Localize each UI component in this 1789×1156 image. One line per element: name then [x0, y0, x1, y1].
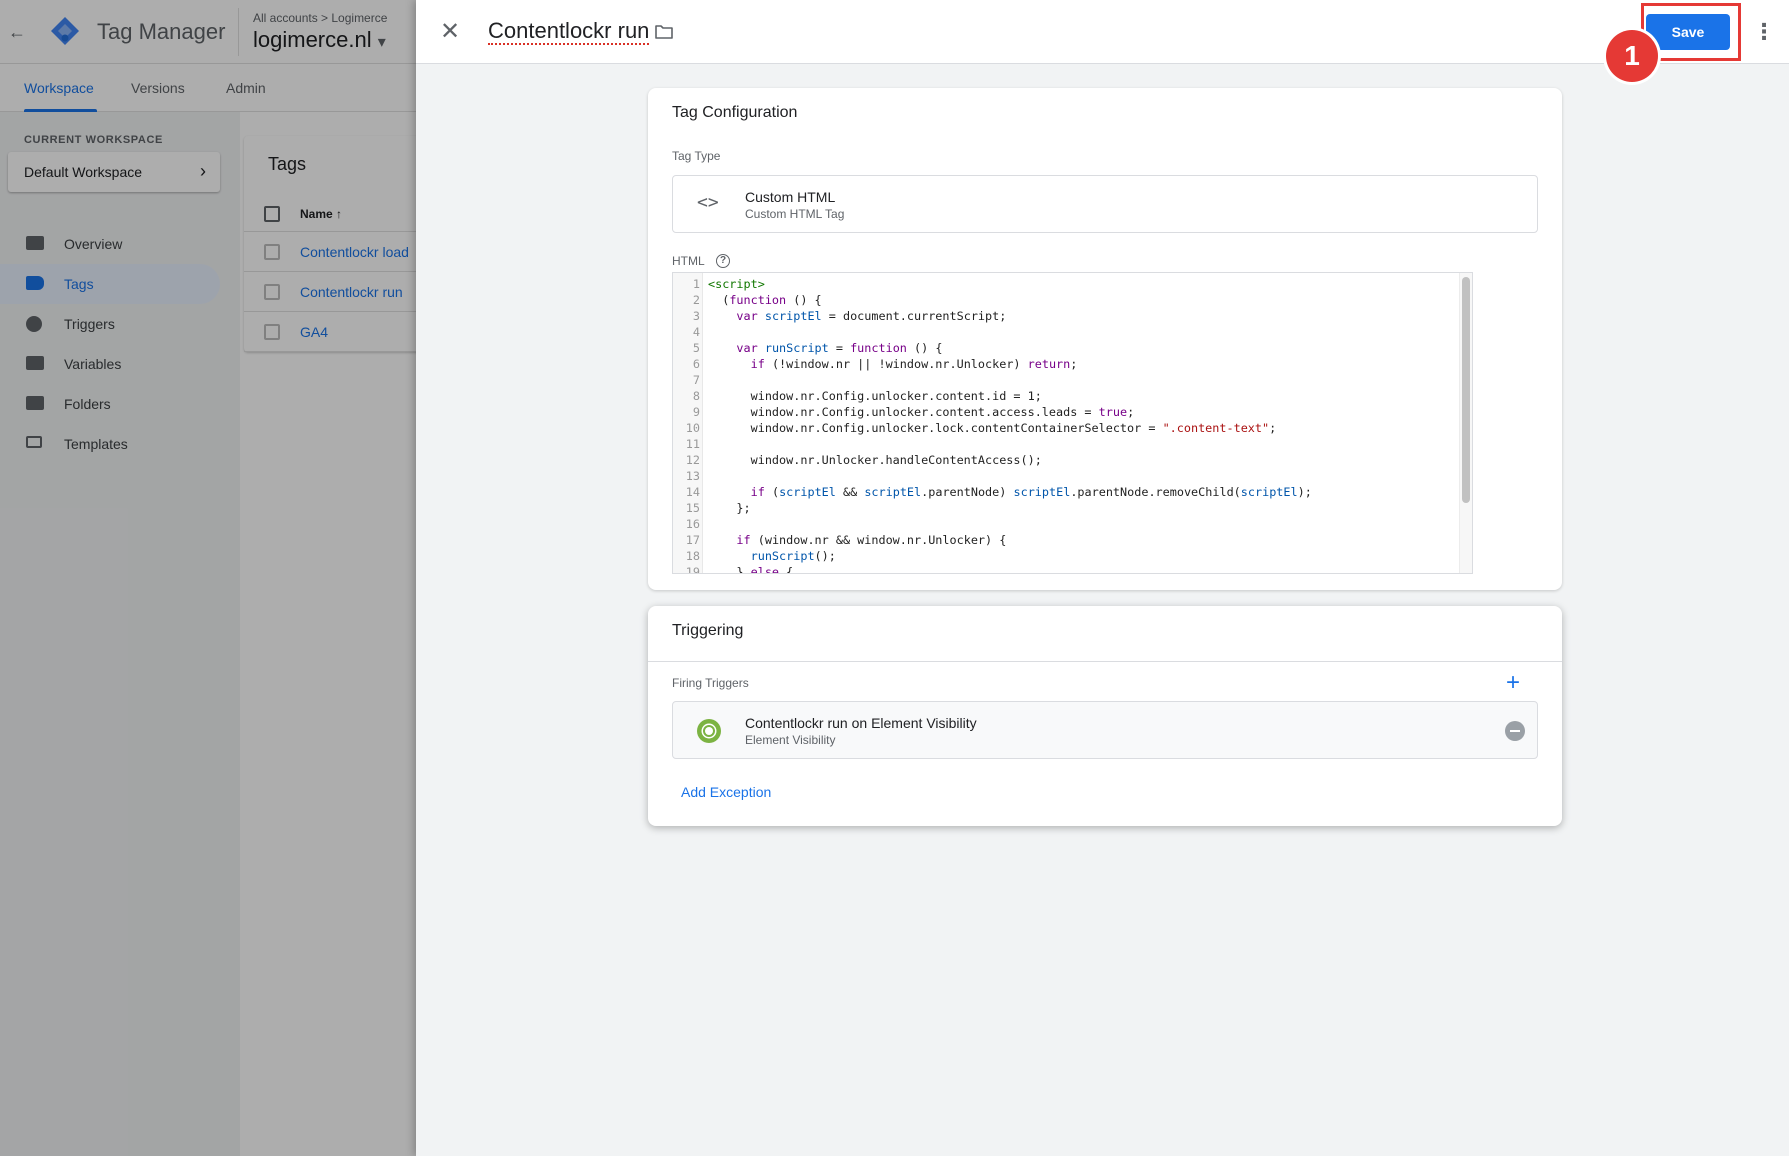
tag-type-name: Custom HTML — [745, 189, 836, 205]
code-text: var runScript = function () { — [736, 341, 943, 355]
code-line: 3 var scriptEl = document.currentScript; — [673, 308, 1458, 324]
line-number: 11 — [685, 437, 700, 451]
code-text: }; — [708, 501, 751, 515]
triggering-title: Triggering — [672, 622, 744, 639]
folder-icon[interactable] — [654, 22, 674, 42]
drawer-header: ✕ Contentlockr run Save ⋮ — [416, 0, 1789, 64]
line-number: 8 — [692, 389, 700, 403]
line-number: 5 — [692, 341, 700, 355]
step-callout-badge: 1 — [1606, 30, 1658, 82]
line-number: 15 — [685, 501, 700, 515]
firing-trigger-item[interactable]: Contentlockr run on Element Visibility E… — [672, 701, 1538, 759]
code-line: 16 — [673, 516, 1458, 532]
code-line: 13 — [673, 468, 1458, 484]
code-line: 14 if (scriptEl && scriptEl.parentNode) … — [673, 484, 1458, 500]
code-line: 9 window.nr.Config.unlocker.content.acce… — [673, 404, 1458, 420]
firing-triggers-label: Firing Triggers — [672, 676, 749, 690]
code-line: 8 window.nr.Config.unlocker.content.id =… — [673, 388, 1458, 404]
line-number: 17 — [685, 533, 700, 547]
tag-configuration-card: Tag Configuration Tag Type <> Custom HTM… — [648, 88, 1562, 590]
line-number: 2 — [692, 293, 700, 307]
code-line: 17 if (window.nr && window.nr.Unlocker) … — [673, 532, 1458, 548]
code-line: 10 window.nr.Config.unlocker.lock.conten… — [673, 420, 1458, 436]
code-text: window.nr.Config.unlocker.content.access… — [708, 405, 1135, 419]
line-number: 16 — [685, 517, 700, 531]
line-number: 3 — [692, 309, 700, 323]
trigger-name: Contentlockr run on Element Visibility — [745, 715, 977, 731]
code-text: if (window.nr && window.nr.Unlocker) { — [736, 533, 1007, 547]
add-trigger-icon[interactable]: + — [1501, 671, 1525, 696]
code-line: 11 — [673, 436, 1458, 452]
code-line: 7 — [673, 372, 1458, 388]
more-vert-icon[interactable]: ⋮ — [1752, 20, 1776, 44]
save-button[interactable]: Save — [1646, 14, 1730, 50]
code-text: window.nr.Config.unlocker.lock.contentCo… — [708, 421, 1277, 435]
code-text: } else { — [708, 565, 794, 574]
code-text: window.nr.Unlocker.handleContentAccess()… — [708, 453, 1042, 467]
tag-type-label: Tag Type — [672, 149, 721, 163]
divider — [648, 661, 1562, 662]
code-lines: 1 <script> 2 (function () {3 var scriptEl … — [673, 276, 1458, 574]
line-number: 6 — [692, 357, 700, 371]
code-text: <script> — [708, 277, 765, 291]
line-number: 9 — [692, 405, 700, 419]
modal-scrim[interactable] — [0, 0, 416, 1156]
code-line: 5 var runScript = function () { — [673, 340, 1458, 356]
eye-icon — [697, 719, 721, 743]
code-text: runScript(); — [750, 549, 836, 563]
code-text: var scriptEl = document.currentScript; — [736, 309, 1007, 323]
tag-type-description: Custom HTML Tag — [745, 207, 845, 221]
code-line: 19 } else { — [673, 564, 1458, 574]
code-text: (function () { — [708, 293, 822, 307]
code-icon: <> — [697, 192, 719, 213]
help-icon[interactable]: ? — [716, 254, 730, 268]
add-exception-link[interactable]: Add Exception — [681, 784, 771, 800]
line-number: 13 — [685, 469, 700, 483]
tag-editor-drawer: ✕ Contentlockr run Save ⋮ 1 Tag Configur… — [416, 0, 1789, 1156]
line-number: 10 — [685, 421, 700, 435]
line-number: 1 — [692, 277, 700, 291]
editor-scrollbar-track[interactable] — [1459, 273, 1472, 573]
remove-circle-icon[interactable] — [1505, 721, 1525, 741]
triggering-card: Triggering Firing Triggers + Contentlock… — [648, 606, 1562, 826]
line-number: 14 — [685, 485, 700, 499]
tag-type-selector[interactable]: <> Custom HTML Custom HTML Tag — [672, 175, 1538, 233]
editor-scrollbar-thumb[interactable] — [1462, 277, 1470, 503]
trigger-type: Element Visibility — [745, 733, 836, 747]
line-number: 19 — [685, 565, 700, 574]
code-line: 2 (function () { — [673, 292, 1458, 308]
close-icon[interactable]: ✕ — [438, 20, 462, 44]
code-line: 1 <script> — [673, 276, 1458, 292]
code-line: 15 }; — [673, 500, 1458, 516]
code-text: window.nr.Config.unlocker.content.id = 1… — [708, 389, 1042, 403]
code-text: if (!window.nr || !window.nr.Unlocker) r… — [750, 357, 1078, 371]
line-number: 18 — [685, 549, 700, 563]
line-number: 4 — [692, 325, 700, 339]
html-label: HTML — [672, 254, 705, 268]
line-number: 7 — [692, 373, 700, 387]
html-code-editor[interactable]: 1 <script> 2 (function () {3 var scriptEl … — [672, 272, 1473, 574]
code-line: 4 — [673, 324, 1458, 340]
tag-name-title[interactable]: Contentlockr run — [488, 19, 650, 45]
code-line: 18 runScript(); — [673, 548, 1458, 564]
background-app: ← Tag Manager All accounts > Logimerce l… — [0, 0, 416, 1156]
code-text: if (scriptEl && scriptEl.parentNode) scr… — [750, 485, 1312, 499]
code-line: 6 if (!window.nr || !window.nr.Unlocker)… — [673, 356, 1458, 372]
tag-configuration-title: Tag Configuration — [672, 104, 798, 121]
line-number: 12 — [685, 453, 700, 467]
code-line: 12 window.nr.Unlocker.handleContentAcces… — [673, 452, 1458, 468]
